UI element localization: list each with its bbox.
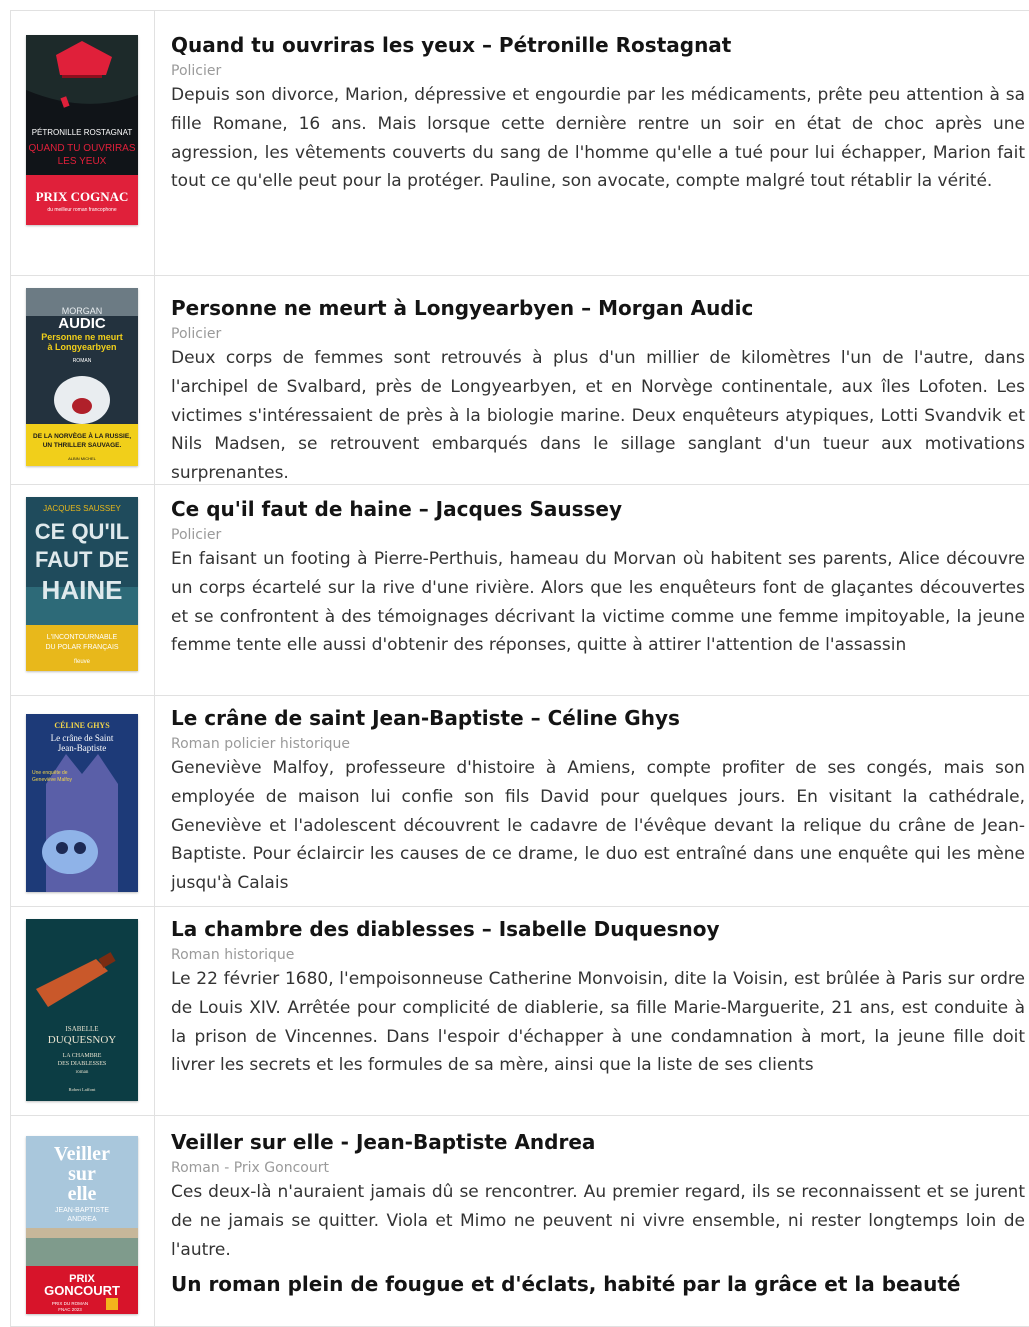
book-list: PÉTRONILLE ROSTAGNAT QUAND TU OUVRIRAS L… [10,10,1029,1327]
cover-cell: CÉLINE GHYS Le crâne de Saint Jean-Bapti… [10,696,155,906]
cover-band-line1: DE LA NORVÈGE À LA RUSSIE, [33,431,131,440]
book-description: Geneviève Malfoy, professeure d'histoire… [171,758,1025,894]
cover-cell: Veiller sur elle JEAN-BAPTISTE ANDREA PR… [10,1116,155,1326]
book-details: La chambre des diablesses – Isabelle Duq… [155,907,1029,1115]
book-title[interactable]: Le crâne de saint Jean-Baptiste – Céline… [171,704,1025,732]
book-tagline: Un roman plein de fougue et d'éclats, ha… [171,1272,961,1297]
cover-cell: MORGAN AUDIC Personne ne meurt à Longyea… [10,276,155,484]
cover-publisher: Robert Laffont [69,1087,97,1092]
cover-author: CÉLINE GHYS [54,720,110,730]
cover-kind: ROMAN [73,358,92,364]
book-title[interactable]: Personne ne meurt à Longyearbyen – Morga… [171,294,1025,322]
cover-cell: ISABELLE DUQUESNOY LA CHAMBRE DES DIABLE… [10,907,155,1115]
book-details: Ce qu'il faut de haine – Jacques Saussey… [155,485,1029,695]
cover-title-line1: Le crâne de Saint [51,733,114,743]
cover-author: JACQUES SAUSSEY [43,504,121,513]
book-row: CÉLINE GHYS Le crâne de Saint Jean-Bapti… [10,696,1029,907]
cover-title-line1: QUAND TU OUVRIRAS [28,143,135,154]
book-title[interactable]: Ce qu'il faut de haine – Jacques Saussey [171,495,1025,523]
cover-title-line3: elle [68,1183,97,1205]
cover-band-line2: DU POLAR FRANÇAIS [45,644,118,651]
cover-author-line1: ISABELLE [65,1025,98,1033]
cover-series-line1: Une enquête de [32,770,68,776]
book-description: Le 22 février 1680, l'empoisonneuse Cath… [171,969,1025,1076]
book-title[interactable]: Quand tu ouvriras les yeux – Pétronille … [171,31,1025,59]
book-row: Veiller sur elle JEAN-BAPTISTE ANDREA PR… [10,1116,1029,1327]
book-row: PÉTRONILLE ROSTAGNAT QUAND TU OUVRIRAS L… [10,11,1029,276]
book-title[interactable]: Veiller sur elle - Jean-Baptiste Andrea [171,1128,1025,1156]
book-description: En faisant un footing à Pierre-Perthuis,… [171,549,1025,656]
cover-title-line1: CE QU'IL [35,519,129,544]
book-cover[interactable]: MORGAN AUDIC Personne ne meurt à Longyea… [26,288,138,466]
cover-publisher: fleuve [74,659,91,665]
book-cover[interactable]: CÉLINE GHYS Le crâne de Saint Jean-Bapti… [26,714,138,892]
cover-author-line2: DUQUESNOY [48,1034,117,1046]
cover-prize-sub-line1: PRIX DU ROMAN [52,1301,88,1306]
book-cover[interactable]: PÉTRONILLE ROSTAGNAT QUAND TU OUVRIRAS L… [26,35,138,225]
cover-prize-line2: GONCOURT [44,1283,120,1298]
cover-cell: JACQUES SAUSSEY CE QU'IL FAUT DE HAINE L… [10,485,155,695]
cover-author-line1: JEAN-BAPTISTE [55,1207,109,1214]
cover-title-line2: LES YEUX [58,156,107,167]
book-row: JACQUES SAUSSEY CE QU'IL FAUT DE HAINE L… [10,485,1029,696]
cover-title-line1: Veiller [54,1143,110,1165]
cover-series-line2: Geneviève Malfoy [32,777,73,783]
book-details: Veiller sur elle - Jean-Baptiste Andrea … [155,1116,1029,1326]
cover-cell: PÉTRONILLE ROSTAGNAT QUAND TU OUVRIRAS L… [10,11,155,275]
book-description: Depuis son divorce, Marion, dépressive e… [171,85,1025,192]
book-cover[interactable]: Veiller sur elle JEAN-BAPTISTE ANDREA PR… [26,1136,138,1314]
cover-prize-sub: du meilleur roman francophone [47,207,116,213]
cover-title-line2: FAUT DE [35,547,129,572]
book-row: MORGAN AUDIC Personne ne meurt à Longyea… [10,276,1029,485]
cover-title-line2: sur [68,1163,96,1185]
book-details: Quand tu ouvriras les yeux – Pétronille … [155,11,1029,275]
cover-kind: roman [76,1070,89,1075]
book-genre: Policier [171,527,222,543]
book-title[interactable]: La chambre des diablesses – Isabelle Duq… [171,915,1025,943]
book-details: Personne ne meurt à Longyearbyen – Morga… [155,276,1029,484]
book-genre: Roman policier historique [171,736,350,752]
book-genre: Policier [171,326,222,342]
cover-band-line1: L'INCONTOURNABLE [47,634,118,641]
cover-title-line2: DES DIABLESSES [58,1061,107,1067]
cover-author-line2: AUDIC [58,315,106,332]
cover-prize: PRIX COGNAC [36,189,129,204]
cover-title-line2: Jean-Baptiste [58,743,107,753]
book-cover[interactable]: JACQUES SAUSSEY CE QU'IL FAUT DE HAINE L… [26,497,138,671]
cover-publisher: ALBIN MICHEL [68,456,97,461]
cover-title-line3: HAINE [42,575,123,605]
book-description: Ces deux-là n'auraient jamais dû se renc… [171,1182,1025,1260]
book-cover[interactable]: ISABELLE DUQUESNOY LA CHAMBRE DES DIABLE… [26,919,138,1101]
cover-title-line2: à Longyearbyen [47,342,116,352]
book-description: Deux corps de femmes sont retrouvés à pl… [171,348,1025,484]
book-row: ISABELLE DUQUESNOY LA CHAMBRE DES DIABLE… [10,907,1029,1116]
cover-author-line2: ANDREA [67,1216,97,1223]
book-details: Le crâne de saint Jean-Baptiste – Céline… [155,696,1029,906]
cover-band-line2: UN THRILLER SAUVAGE. [43,442,122,449]
book-genre: Roman - Prix Goncourt [171,1160,329,1176]
book-genre: Policier [171,63,222,79]
book-genre: Roman historique [171,947,295,963]
cover-author: PÉTRONILLE ROSTAGNAT [32,128,133,137]
cover-title-line1: LA CHAMBRE [63,1053,102,1059]
cover-title-line1: Personne ne meurt [41,332,123,342]
